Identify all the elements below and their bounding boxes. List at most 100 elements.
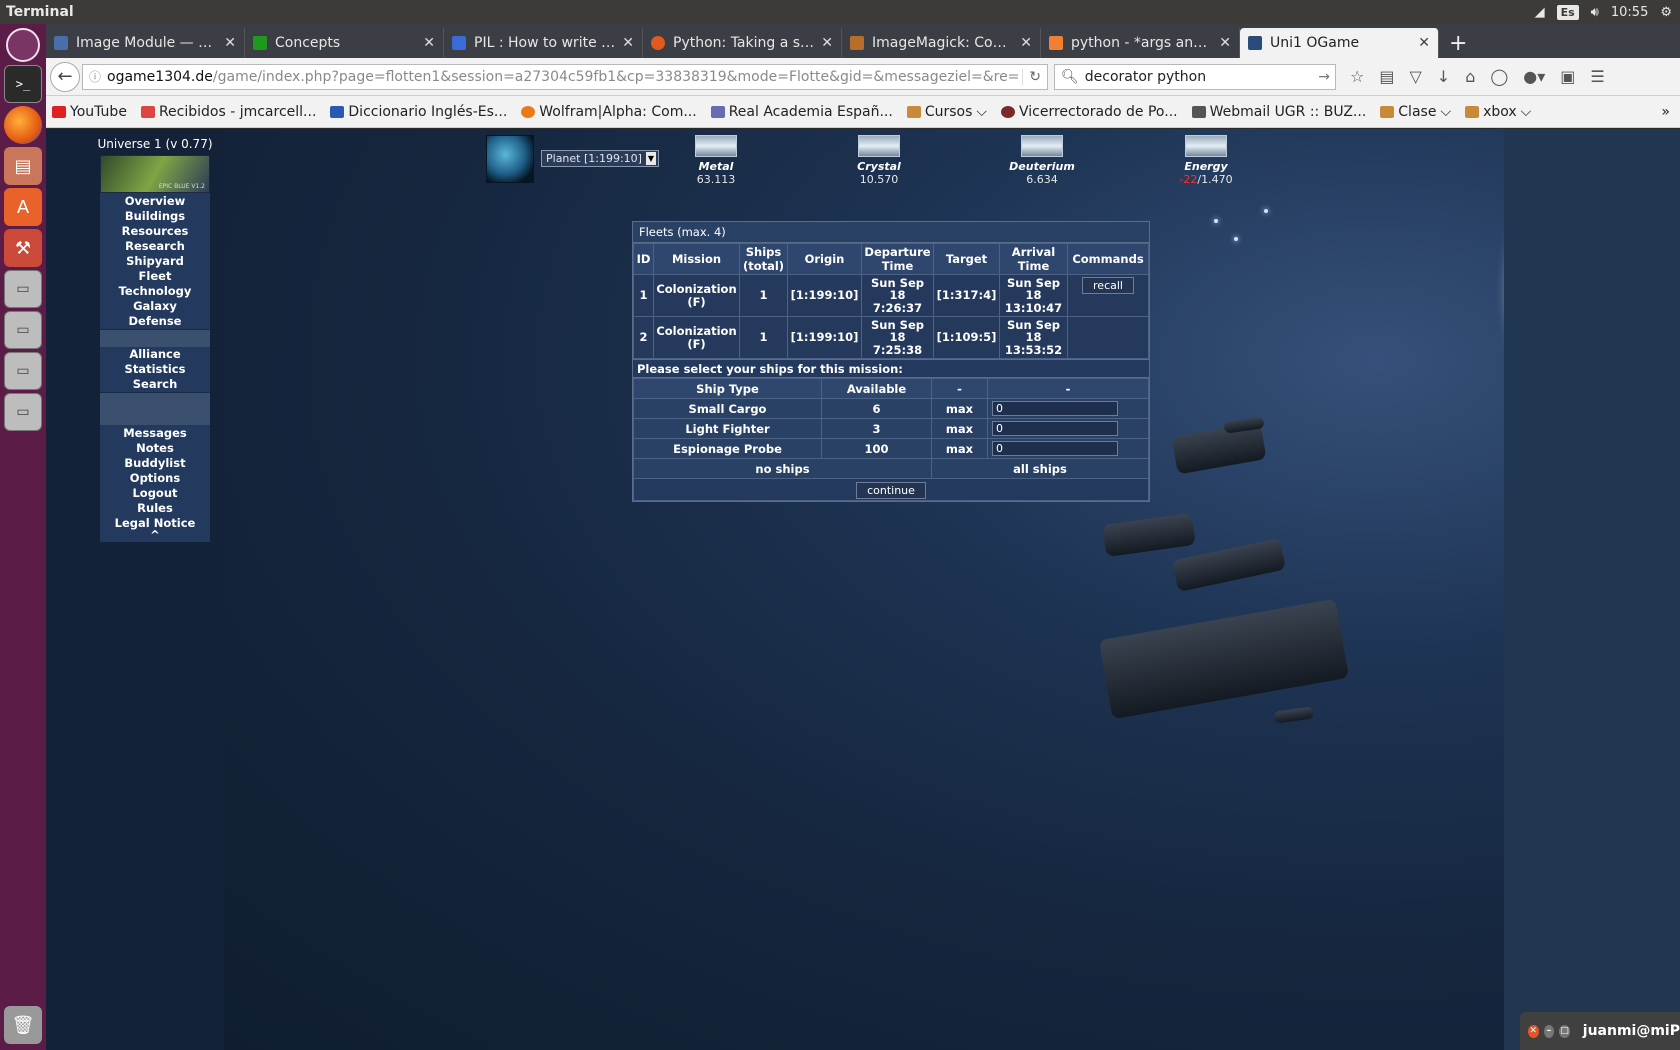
drive-icon[interactable]: ▭ <box>4 393 42 431</box>
menu-item-defense[interactable]: Defense <box>100 314 210 329</box>
pocket-icon[interactable]: ▽ <box>1409 67 1421 86</box>
software-center-icon[interactable]: A <box>4 188 42 226</box>
bookmark-webmail[interactable]: Webmail UGR :: BUZ... <box>1191 104 1366 120</box>
menu-item-rules[interactable]: Rules <box>100 501 210 516</box>
menu-item-messages[interactable]: Messages <box>100 426 210 441</box>
bookmark-gmail[interactable]: Recibidos - jmcarcell... <box>140 104 316 120</box>
search-go-arrow-icon[interactable]: → <box>1318 69 1335 85</box>
menu-item-overview[interactable]: Overview <box>100 194 210 209</box>
drive-icon[interactable]: ▭ <box>4 311 42 349</box>
chat-bubble-icon[interactable]: ◯ <box>1490 67 1508 86</box>
close-tab-icon[interactable]: ✕ <box>1020 35 1032 51</box>
menu-item-statistics[interactable]: Statistics <box>100 362 210 377</box>
close-tab-icon[interactable]: ✕ <box>423 35 435 51</box>
no-ships-link[interactable]: no ships <box>633 458 932 479</box>
bookmark-folder-clase[interactable]: Clase ⌵ <box>1380 104 1451 120</box>
planet-select[interactable]: Planet [1:199:10] ▼ <box>541 150 659 167</box>
browser-tab-active[interactable]: Uni1 OGame ✕ <box>1240 28 1439 58</box>
volume-icon[interactable]: 🔊︎ <box>1591 5 1599 20</box>
search-input[interactable]: 🔍︎ decorator python → <box>1054 63 1336 90</box>
all-ships-link[interactable]: all ships <box>931 458 1149 479</box>
bookmark-star-icon[interactable]: ☆ <box>1350 67 1364 86</box>
gear-icon[interactable]: ⚙ <box>1660 5 1672 20</box>
menu-item-buildings[interactable]: Buildings <box>100 209 210 224</box>
menu-item-buddylist[interactable]: Buddylist <box>100 456 210 471</box>
ship-quantity-input[interactable] <box>992 421 1118 436</box>
fleet-origin[interactable]: [1:199:10] <box>787 274 862 317</box>
browser-tab[interactable]: python - *args and *... ✕ <box>1041 28 1240 58</box>
bookmarks-overflow-icon[interactable]: » <box>1661 104 1680 120</box>
home-icon[interactable]: ⌂ <box>1465 67 1475 86</box>
url-bar[interactable]: ⓘ ogame1304.de /game/index.php?page=flot… <box>82 63 1048 90</box>
fleet-target[interactable]: [1:317:4] <box>933 274 1000 317</box>
browser-tab[interactable]: ImageMagick: Com... ✕ <box>842 28 1041 58</box>
menu-item-fleet[interactable]: Fleet <box>100 269 210 284</box>
bookmark-folder-cursos[interactable]: Cursos ⌵ <box>906 104 987 120</box>
firefox-icon[interactable] <box>4 106 42 144</box>
reload-icon[interactable]: ↻ <box>1022 68 1047 85</box>
browser-tab[interactable]: Concepts ✕ <box>245 28 444 58</box>
menu-item-options[interactable]: Options <box>100 471 210 486</box>
menu-item-alliance[interactable]: Alliance <box>100 347 210 362</box>
menu-caret-icon[interactable]: ^ <box>100 529 210 542</box>
bookmark-youtube[interactable]: YouTube <box>52 104 127 120</box>
continue-button[interactable]: continue <box>856 481 926 499</box>
ship-quantity-input[interactable] <box>992 441 1118 456</box>
bookmark-wolfram[interactable]: Wolfram|Alpha: Com... <box>521 104 697 120</box>
browser-tab[interactable]: PIL : How to write a... ✕ <box>444 28 643 58</box>
menu-item-notes[interactable]: Notes <box>100 441 210 456</box>
trash-icon[interactable]: 🗑︎ <box>4 1006 42 1044</box>
max-link[interactable]: max <box>931 398 988 419</box>
new-tab-icon[interactable]: + <box>1439 28 1477 58</box>
planet-thumbnail-image[interactable] <box>486 135 534 183</box>
browser-tab[interactable]: Python: Taking a scr... ✕ <box>643 28 842 58</box>
drive-icon[interactable]: ▭ <box>4 352 42 390</box>
wifi-icon[interactable]: ◢ <box>1535 5 1545 20</box>
keyboard-layout-indicator[interactable]: Es <box>1556 4 1579 20</box>
bookmark-folder-xbox[interactable]: xbox ⌵ <box>1465 104 1531 120</box>
bookmark-wordreference[interactable]: Diccionario Inglés-Es... <box>330 104 507 120</box>
settings-icon[interactable]: ⚒ <box>4 229 42 267</box>
terminal-window-titlebar[interactable]: ✕ – □ juanmi@miP <box>1520 1012 1680 1050</box>
browser-tab[interactable]: Image Module — Pil... ✕ <box>46 28 245 58</box>
terminal-icon[interactable]: >_ <box>4 65 42 103</box>
menu-item-technology[interactable]: Technology <box>100 284 210 299</box>
chevron-down-icon: ⌵ <box>1520 103 1532 120</box>
screenshot-icon[interactable]: ▣ <box>1560 67 1575 86</box>
ubuntu-dash-icon[interactable] <box>6 28 40 62</box>
close-tab-icon[interactable]: ✕ <box>821 35 833 51</box>
hamburger-menu-icon[interactable]: ☰ <box>1590 67 1604 86</box>
menu-item-galaxy[interactable]: Galaxy <box>100 299 210 314</box>
adblock-icon[interactable]: ●▾ <box>1523 67 1545 86</box>
files-icon[interactable]: ▤ <box>4 147 42 185</box>
bookmark-vicerrectorado[interactable]: Vicerrectorado de Po... <box>1001 104 1178 120</box>
menu-item-resources[interactable]: Resources <box>100 224 210 239</box>
close-tab-icon[interactable]: ✕ <box>1418 35 1430 51</box>
close-window-icon[interactable]: ✕ <box>1528 1024 1539 1038</box>
reading-list-icon[interactable]: ▤ <box>1379 67 1394 86</box>
recall-button[interactable]: recall <box>1082 277 1134 294</box>
max-link[interactable]: max <box>931 418 988 439</box>
close-tab-icon[interactable]: ✕ <box>622 35 634 51</box>
site-info-icon[interactable]: ⓘ <box>89 68 101 85</box>
max-link[interactable]: max <box>931 438 988 459</box>
bookmark-rae[interactable]: Real Academia Españ... <box>710 104 893 120</box>
maximize-window-icon[interactable]: □ <box>1559 1024 1570 1038</box>
ship-type[interactable]: Small Cargo <box>633 398 822 419</box>
fleet-target[interactable]: [1:109:5] <box>933 316 1000 359</box>
drive-icon[interactable]: ▭ <box>4 270 42 308</box>
menu-item-logout[interactable]: Logout <box>100 486 210 501</box>
clock[interactable]: 10:55 <box>1611 5 1648 20</box>
fleet-origin[interactable]: [1:199:10] <box>787 316 862 359</box>
downloads-icon[interactable]: ↓ <box>1437 67 1450 86</box>
ship-quantity-input[interactable] <box>992 401 1118 416</box>
menu-item-search[interactable]: Search <box>100 377 210 392</box>
menu-item-shipyard[interactable]: Shipyard <box>100 254 210 269</box>
back-arrow-icon[interactable]: ← <box>50 61 80 92</box>
ship-type[interactable]: Espionage Probe <box>633 438 822 459</box>
close-tab-icon[interactable]: ✕ <box>1219 35 1231 51</box>
ship-type[interactable]: Light Fighter <box>633 418 822 439</box>
close-tab-icon[interactable]: ✕ <box>224 35 236 51</box>
minimize-window-icon[interactable]: – <box>1543 1024 1555 1038</box>
menu-item-research[interactable]: Research <box>100 239 210 254</box>
